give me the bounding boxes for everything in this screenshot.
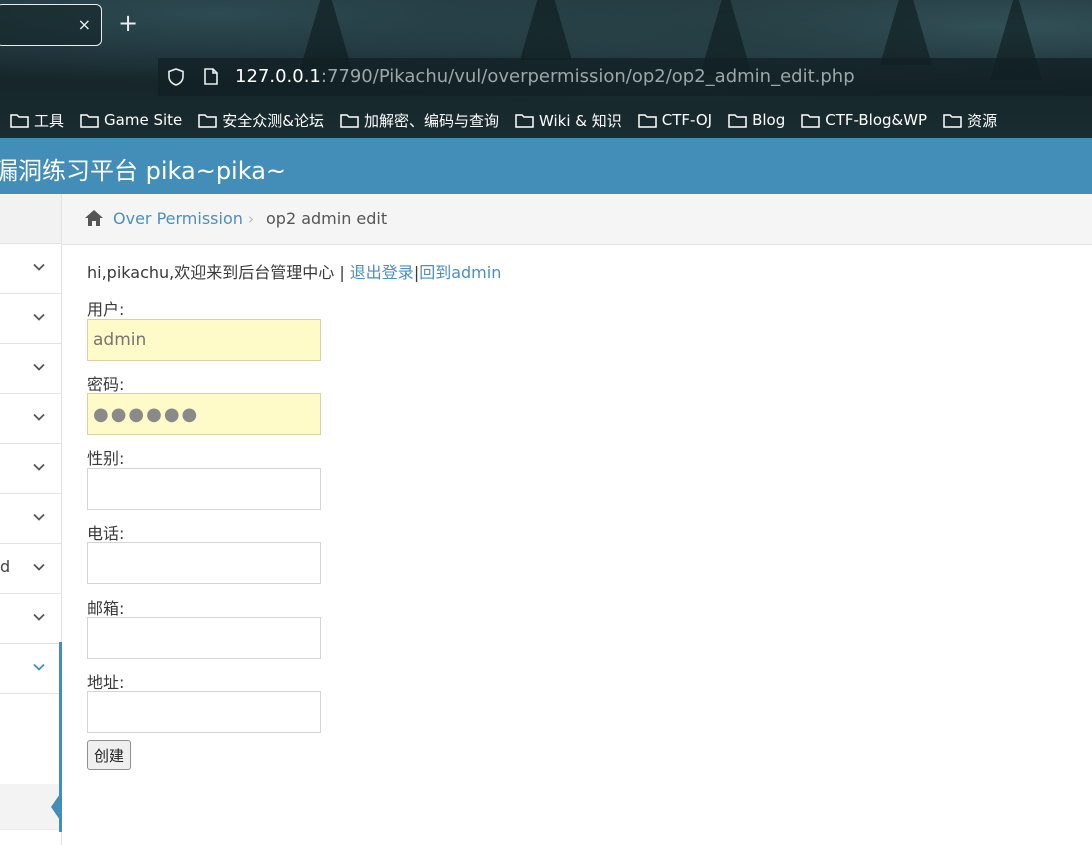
folder-icon [943, 113, 962, 128]
password-field[interactable] [87, 393, 321, 435]
sidebar-item[interactable] [0, 444, 61, 494]
bookmark-label: 加解密、编码与查询 [363, 111, 499, 130]
sidebar-item[interactable] [0, 394, 61, 444]
sex-field[interactable] [87, 468, 321, 510]
bookmark-label: Wiki & 知识 [538, 111, 622, 130]
sidebar-item[interactable]: d [0, 544, 61, 594]
browser-tab[interactable]: × [0, 4, 102, 46]
page-icon [204, 68, 218, 85]
email-label: 邮箱: [87, 599, 125, 618]
chevron-down-icon [33, 313, 45, 321]
back-to-admin-link[interactable]: 回到admin [419, 263, 501, 282]
app-title[interactable]: 漏洞练习平台 pika~pika~ [0, 151, 286, 186]
url-host: 127.0.0.1 [235, 66, 321, 87]
sidebar-item[interactable] [0, 344, 61, 394]
address-field[interactable] [87, 691, 321, 733]
sidebar-item[interactable] [0, 594, 61, 644]
shield-icon[interactable] [168, 68, 184, 86]
bookmark-label: 安全众测&论坛 [222, 111, 324, 130]
sidebar-item[interactable] [0, 494, 61, 544]
username-label: 用户: [87, 300, 125, 319]
browser-chrome: × + 127.0.0.1:7790/Pikachu/vul/overpermi… [0, 0, 1092, 138]
close-tab-icon[interactable]: × [78, 15, 91, 34]
phone-field[interactable] [87, 542, 321, 584]
folder-icon [80, 113, 99, 128]
folder-icon [801, 113, 820, 128]
chevron-down-icon [33, 413, 45, 421]
chevron-down-icon [33, 363, 45, 371]
bookmark-label: Game Site [104, 111, 183, 129]
chevron-down-icon [33, 263, 45, 271]
bookmarks-bar: 工具 Game Site 安全众测&论坛 加解密、编码与查询 Wiki & 知识… [10, 108, 1013, 132]
bookmark-folder[interactable]: Wiki & 知识 [515, 110, 622, 131]
bookmark-folder[interactable]: CTF-Blog&WP [801, 111, 927, 129]
app-header: 漏洞练习平台 pika~pika~ [0, 138, 1092, 194]
sidebar-item[interactable] [0, 294, 61, 344]
bookmark-folder[interactable]: 资源 [943, 110, 997, 131]
chevron-down-icon [33, 463, 45, 471]
url-text[interactable]: 127.0.0.1:7790/Pikachu/vul/overpermissio… [235, 66, 855, 87]
welcome-message: hi,pikachu,欢迎来到后台管理中心 | 退出登录|回到admin [87, 259, 501, 283]
bookmark-folder[interactable]: Game Site [80, 111, 182, 129]
new-tab-button[interactable]: + [118, 9, 138, 37]
sex-label: 性别: [87, 449, 125, 468]
sidebar-item[interactable] [0, 244, 61, 294]
chevron-down-icon [33, 563, 45, 571]
bookmark-folder[interactable]: 工具 [10, 110, 64, 131]
bookmark-folder[interactable]: Blog [728, 111, 785, 129]
sidebar-item-label: d [0, 557, 11, 576]
folder-icon [198, 113, 217, 128]
bookmark-folder[interactable]: 安全众测&论坛 [198, 110, 324, 131]
phone-label: 电话: [87, 524, 125, 543]
home-icon[interactable] [84, 209, 104, 227]
bookmark-label: Blog [752, 111, 786, 129]
sidebar: d [0, 194, 62, 845]
sidebar-subitem[interactable] [0, 694, 61, 740]
username-field[interactable] [87, 319, 321, 361]
sidebar-item-over-permission[interactable] [0, 644, 61, 694]
folder-icon [10, 113, 29, 128]
bookmark-folder[interactable]: 加解密、编码与查询 [340, 110, 499, 131]
bookmark-label: 资源 [967, 111, 998, 130]
bookmark-label: CTF-OJ [661, 111, 713, 129]
create-button[interactable]: 创建 [87, 740, 132, 770]
breadcrumb-link-over-permission[interactable]: Over Permission [113, 209, 243, 228]
bookmark-label: 工具 [34, 111, 65, 130]
sidebar-shortcuts [0, 194, 61, 244]
chevron-down-icon [33, 613, 45, 621]
breadcrumb-separator-icon: › [248, 210, 254, 228]
folder-icon [637, 113, 657, 128]
background-tree [880, 0, 932, 65]
chevron-down-icon [33, 663, 45, 671]
active-item-arrow [51, 791, 62, 823]
folder-icon [515, 113, 534, 128]
chevron-down-icon [33, 513, 45, 521]
bookmark-label: CTF-Blog&WP [825, 111, 928, 129]
welcome-text: hi,pikachu,欢迎来到后台管理中心 | [87, 263, 350, 282]
folder-icon [728, 113, 747, 128]
email-field[interactable] [87, 617, 321, 659]
breadcrumb-current: op2 admin edit [266, 209, 388, 228]
folder-icon [340, 113, 359, 128]
sidebar-subitem[interactable] [0, 739, 61, 785]
bookmark-folder[interactable]: CTF-OJ [637, 111, 713, 129]
password-label: 密码: [87, 375, 125, 394]
url-path: :7790/Pikachu/vul/overpermission/op2/op2… [320, 66, 855, 87]
address-label: 地址: [87, 673, 125, 692]
logout-link[interactable]: 退出登录 [350, 263, 414, 282]
breadcrumb: Over Permission › op2 admin edit [62, 194, 1092, 245]
background-tree [520, 0, 572, 60]
